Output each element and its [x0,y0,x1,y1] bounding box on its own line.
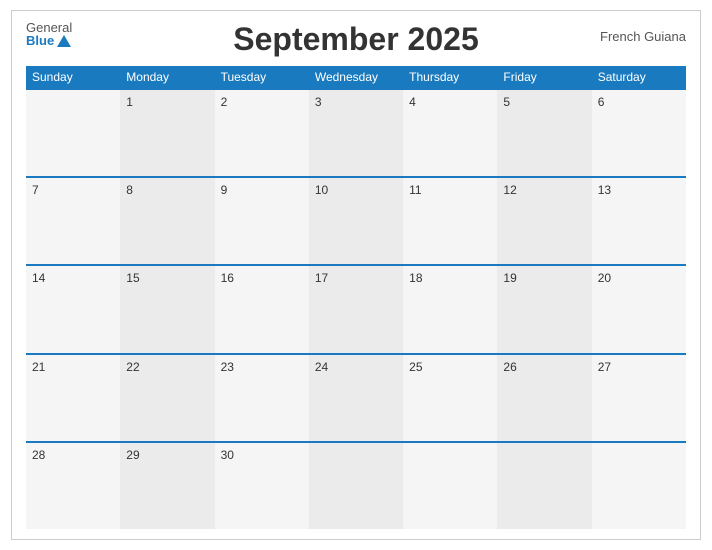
day-number: 2 [221,95,228,109]
day-number: 11 [409,183,421,197]
day-number: 16 [221,271,234,285]
week-row-2: 7 8 9 10 11 12 13 [26,176,686,264]
day-header-monday: Monday [120,66,214,88]
day-number: 9 [221,183,228,197]
day-header-friday: Friday [497,66,591,88]
day-cell: 20 [592,266,686,352]
day-number: 26 [503,360,516,374]
day-number: 25 [409,360,422,374]
day-number: 14 [32,271,45,285]
day-cell: 24 [309,355,403,441]
day-cell [309,443,403,529]
day-cell: 15 [120,266,214,352]
country-label: French Guiana [600,29,686,44]
day-number: 4 [409,95,416,109]
day-number: 10 [315,183,328,197]
day-number: 7 [32,183,39,197]
day-cell: 18 [403,266,497,352]
week-row-4: 21 22 23 24 25 26 27 [26,353,686,441]
day-header-saturday: Saturday [592,66,686,88]
day-number: 15 [126,271,139,285]
day-cell: 27 [592,355,686,441]
day-headers-row: SundayMondayTuesdayWednesdayThursdayFrid… [26,66,686,88]
day-cell [592,443,686,529]
day-cell: 30 [215,443,309,529]
day-header-sunday: Sunday [26,66,120,88]
week-row-3: 14 15 16 17 18 19 20 [26,264,686,352]
day-number: 13 [598,183,611,197]
day-number: 3 [315,95,322,109]
day-number: 27 [598,360,611,374]
day-number: 5 [503,95,510,109]
day-cell: 4 [403,90,497,176]
day-cell: 12 [497,178,591,264]
day-cell: 17 [309,266,403,352]
day-number: 20 [598,271,611,285]
calendar-header: General Blue September 2025 French Guian… [26,21,686,58]
day-number: 8 [126,183,133,197]
calendar-container: General Blue September 2025 French Guian… [11,10,701,540]
day-number: 30 [221,448,234,462]
day-cell: 29 [120,443,214,529]
day-number: 28 [32,448,45,462]
week-row-5: 28 29 30 [26,441,686,529]
day-cell: 6 [592,90,686,176]
day-cell: 2 [215,90,309,176]
day-cell: 16 [215,266,309,352]
calendar-grid: SundayMondayTuesdayWednesdayThursdayFrid… [26,66,686,529]
day-number: 22 [126,360,139,374]
day-header-wednesday: Wednesday [309,66,403,88]
day-cell: 8 [120,178,214,264]
day-cell: 21 [26,355,120,441]
day-cell [403,443,497,529]
logo: General Blue [26,21,72,47]
logo-triangle-icon [57,35,71,47]
day-number: 19 [503,271,516,285]
week-row-1: 1 2 3 4 5 6 [26,88,686,176]
day-cell: 22 [120,355,214,441]
day-cell: 10 [309,178,403,264]
day-cell: 7 [26,178,120,264]
day-number: 24 [315,360,328,374]
weeks-container: 1234567891011121314151617181920212223242… [26,88,686,529]
day-number: 6 [598,95,605,109]
day-header-thursday: Thursday [403,66,497,88]
day-header-tuesday: Tuesday [215,66,309,88]
day-cell: 1 [120,90,214,176]
logo-blue-text: Blue [26,34,72,47]
day-number: 12 [503,183,516,197]
day-cell: 28 [26,443,120,529]
day-number: 21 [32,360,45,374]
day-number: 23 [221,360,234,374]
day-cell: 19 [497,266,591,352]
day-cell: 9 [215,178,309,264]
day-number: 1 [126,95,133,109]
day-cell [497,443,591,529]
day-number: 29 [126,448,139,462]
day-cell: 5 [497,90,591,176]
day-cell: 3 [309,90,403,176]
calendar-title: September 2025 [233,21,478,58]
day-cell: 11 [403,178,497,264]
day-cell: 23 [215,355,309,441]
day-cell: 13 [592,178,686,264]
day-cell: 25 [403,355,497,441]
day-cell [26,90,120,176]
day-number: 18 [409,271,422,285]
day-cell: 26 [497,355,591,441]
day-cell: 14 [26,266,120,352]
day-number: 17 [315,271,328,285]
